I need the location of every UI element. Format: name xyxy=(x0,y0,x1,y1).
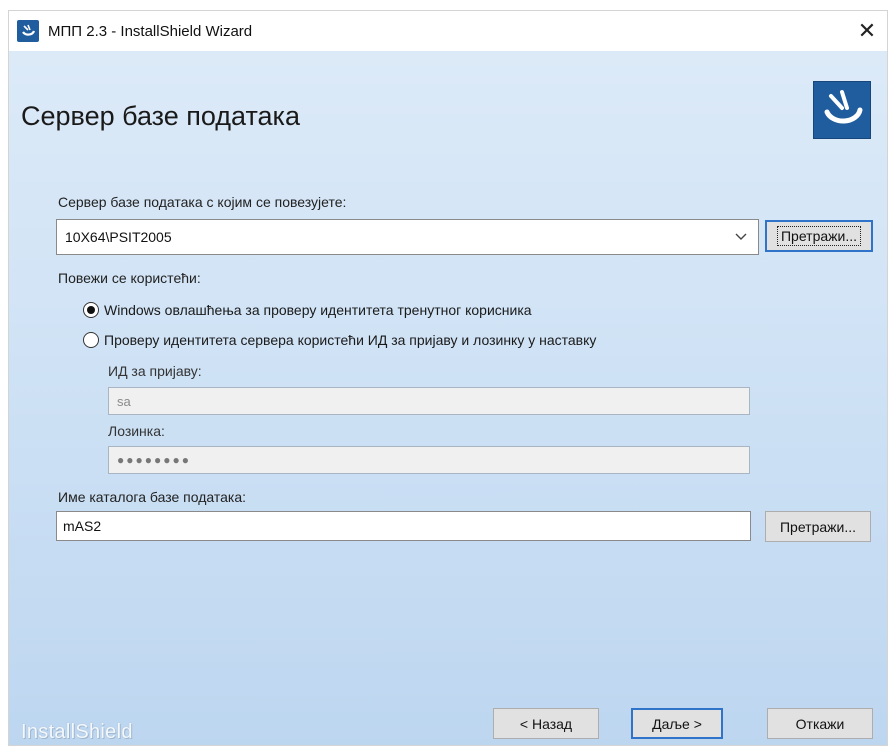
auth-option-server[interactable]: Проверу идентитета сервера користећи ИД … xyxy=(83,332,596,348)
cancel-button[interactable]: Откажи xyxy=(767,708,873,739)
wizard-panel: Сервер базе података Сервер базе податак… xyxy=(9,51,887,745)
catalog-browse-label: Претражи... xyxy=(779,518,856,535)
password-label: Лозинка: xyxy=(108,423,165,439)
installshield-logo xyxy=(813,81,871,139)
password-field[interactable]: ●●●●●●●● xyxy=(108,446,750,474)
installer-window: МПП 2.3 - InstallShield Wizard ✕ Сервер … xyxy=(8,10,888,746)
back-label: < Назад xyxy=(519,715,573,732)
auth-option-windows[interactable]: Windows овлашћења за проверу идентитета … xyxy=(83,302,532,318)
server-browse-button[interactable]: Претражи... xyxy=(765,220,873,252)
server-label: Сервер базе података с којим се повезује… xyxy=(58,194,347,210)
installshield-brand: InstallShield xyxy=(21,721,133,743)
windows-auth-radio[interactable] xyxy=(83,302,99,318)
login-id-value: sa xyxy=(117,393,131,409)
auth-label: Повежи се користећи: xyxy=(58,270,201,286)
password-value: ●●●●●●●● xyxy=(117,453,191,467)
window-title: МПП 2.3 - InstallShield Wizard xyxy=(48,22,253,40)
close-button[interactable]: ✕ xyxy=(849,13,885,49)
title-bar: МПП 2.3 - InstallShield Wizard ✕ xyxy=(9,11,887,51)
server-auth-radio[interactable] xyxy=(83,332,99,348)
catalog-input[interactable]: mAS2 xyxy=(56,511,751,541)
chevron-down-icon[interactable] xyxy=(724,233,758,241)
server-auth-label: Проверу идентитета сервера користећи ИД … xyxy=(104,332,597,348)
windows-auth-label: Windows овлашћења за проверу идентитета … xyxy=(104,302,532,318)
next-label: Даље > xyxy=(652,715,702,732)
login-id-field[interactable]: sa xyxy=(108,387,750,415)
catalog-value: mAS2 xyxy=(63,518,102,534)
login-id-label: ИД за пријаву: xyxy=(108,363,202,379)
cancel-label: Откажи xyxy=(795,715,845,732)
back-button[interactable]: < Назад xyxy=(493,708,599,739)
catalog-label: Име каталога базе података: xyxy=(58,489,247,505)
installshield-icon xyxy=(17,20,39,42)
server-combobox[interactable]: 10X64\PSIT2005 xyxy=(56,219,759,255)
server-value: 10X64\PSIT2005 xyxy=(65,229,172,245)
next-button[interactable]: Даље > xyxy=(631,708,723,739)
page-title: Сервер базе података xyxy=(21,101,300,131)
catalog-browse-button[interactable]: Претражи... xyxy=(765,511,871,542)
server-browse-label: Претражи... xyxy=(776,226,862,246)
close-icon: ✕ xyxy=(857,18,877,43)
